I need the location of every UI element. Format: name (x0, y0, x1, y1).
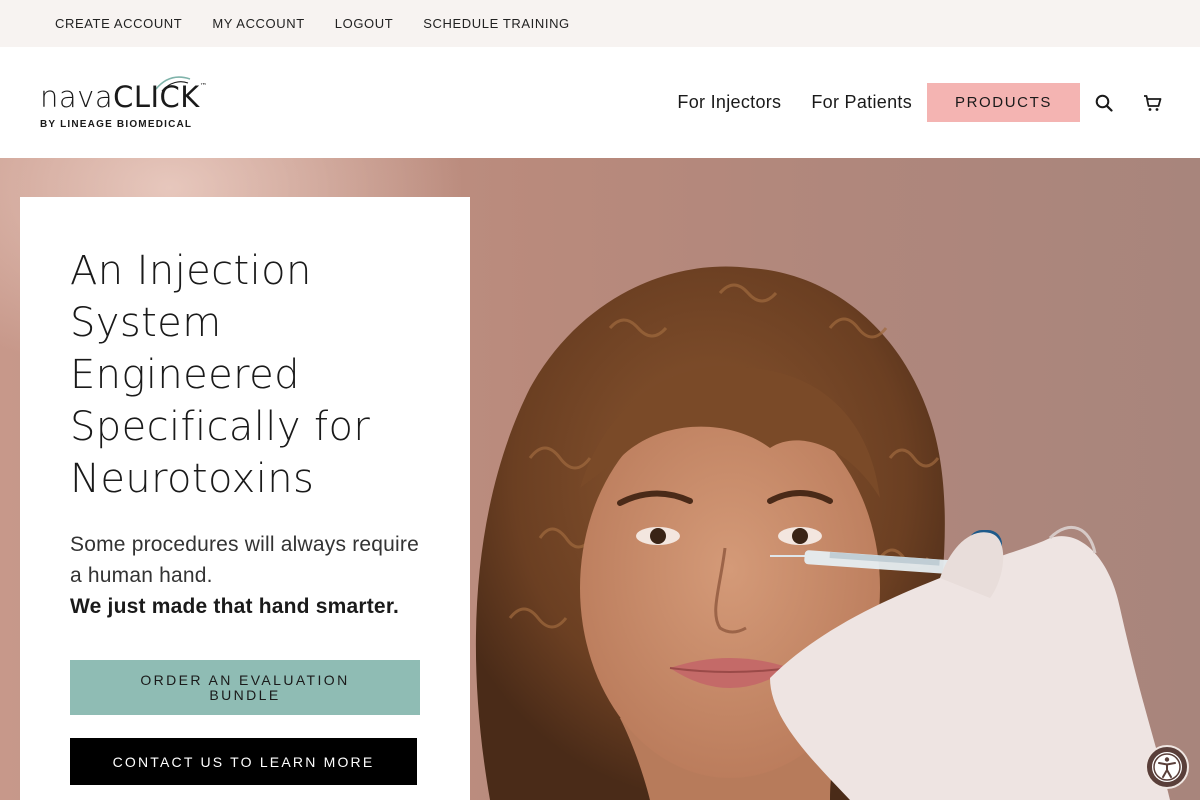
nav-for-injectors[interactable]: For Injectors (677, 92, 781, 113)
hero-subtitle-bold: We just made that hand smarter. (70, 595, 400, 618)
my-account-link[interactable]: MY ACCOUNT (212, 16, 304, 31)
logo-wordmark: navaCLICK™ (40, 83, 207, 112)
hero-title-line-3: Engineered (70, 352, 300, 398)
logo-wordmark-light: nava (40, 80, 114, 114)
create-account-link[interactable]: CREATE ACCOUNT (55, 16, 182, 31)
cart-icon[interactable] (1142, 93, 1162, 113)
hero-photo-woman-injection (475, 266, 1170, 800)
utility-bar: CREATE ACCOUNT MY ACCOUNT LOGOUT SCHEDUL… (0, 0, 1200, 47)
contact-us-button[interactable]: CONTACT US TO LEARN MORE (70, 738, 417, 785)
hero-title-line-2: System (70, 300, 222, 346)
hero-section: An Injection System Engineered Specifica… (0, 158, 1200, 800)
main-nav: For Injectors For Patients PRODUCTS (677, 47, 1200, 158)
products-button[interactable]: PRODUCTS (927, 83, 1080, 122)
hero-title-line-5: Neurotoxins (70, 456, 315, 502)
schedule-training-link[interactable]: SCHEDULE TRAINING (423, 16, 569, 31)
hero-subtitle: Some procedures will always require a hu… (70, 533, 419, 587)
logo-tagline: BY LINEAGE BIOMEDICAL (40, 119, 193, 130)
logout-link[interactable]: LOGOUT (335, 16, 394, 31)
hero-title-line-4: Specifically for (70, 404, 371, 450)
logo-wordmark-strong: CLICK (113, 80, 200, 114)
hero-title-line-1: An Injection (70, 248, 312, 294)
order-evaluation-bundle-button[interactable]: ORDER AN EVALUATION BUNDLE (70, 660, 420, 715)
accessibility-icon[interactable] (1145, 745, 1189, 789)
logo-trademark: ™ (199, 82, 208, 90)
nav-for-patients[interactable]: For Patients (811, 92, 912, 113)
hero-card: An Injection System Engineered Specifica… (20, 197, 470, 800)
site-header: navaCLICK™ BY LINEAGE BIOMEDICAL For Inj… (0, 47, 1200, 158)
navaclick-logo[interactable]: navaCLICK™ BY LINEAGE BIOMEDICAL (40, 73, 230, 133)
search-icon[interactable] (1094, 93, 1114, 113)
hero-title: An Injection System Engineered Specifica… (70, 245, 420, 505)
